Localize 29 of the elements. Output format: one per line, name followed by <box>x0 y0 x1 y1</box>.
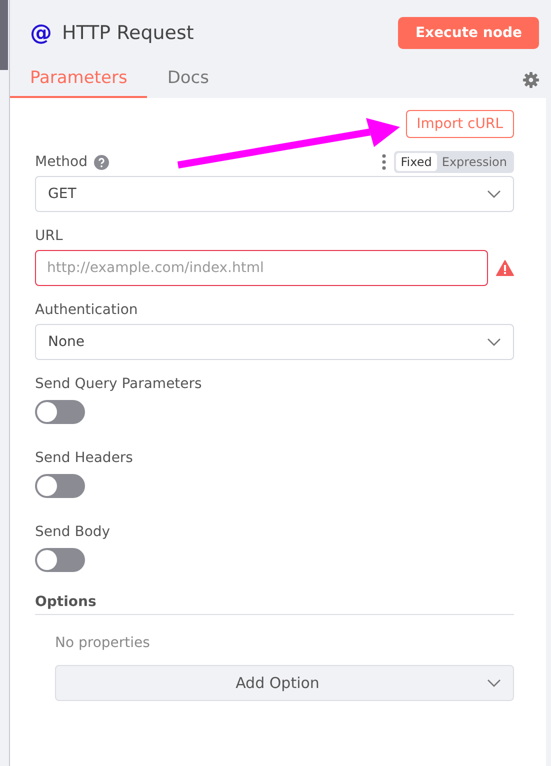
execute-button[interactable]: Execute node <box>398 17 539 49</box>
empty-message: No properties <box>55 635 151 651</box>
field-label: URL <box>35 228 63 244</box>
settings-icon[interactable] <box>523 72 539 88</box>
chevron-down-icon <box>487 679 501 687</box>
chevron-down-icon <box>487 338 501 346</box>
field-label: Authentication <box>35 302 138 318</box>
toggle-switch[interactable] <box>35 548 85 572</box>
node-title: HTTP Request <box>62 22 195 44</box>
mode-tab[interactable]: Fixed <box>396 153 437 171</box>
section-title: Options <box>35 594 514 615</box>
tab[interactable]: Docs <box>147 68 230 98</box>
field-label: Send Headers <box>35 450 133 466</box>
warning-icon <box>496 260 514 276</box>
more-icon[interactable] <box>382 154 386 170</box>
field-label: Method <box>35 154 88 170</box>
chevron-down-icon <box>487 190 501 198</box>
toggle-switch[interactable] <box>35 474 85 498</box>
sidebar-strip <box>0 0 8 70</box>
toggle-switch[interactable] <box>35 400 85 424</box>
url-field[interactable]: http://example.com/index.html <box>35 250 488 286</box>
import-curl-button[interactable]: Import cURL <box>406 110 514 138</box>
mode-tab[interactable]: Expression <box>436 153 512 171</box>
node-icon: @ <box>30 20 52 46</box>
field-label: Send Query Parameters <box>35 376 202 392</box>
field-label: Send Body <box>35 524 110 540</box>
select-field[interactable]: GET <box>35 176 514 212</box>
select-field[interactable]: None <box>35 324 514 360</box>
add-option-button[interactable]: Add Option <box>55 665 514 701</box>
